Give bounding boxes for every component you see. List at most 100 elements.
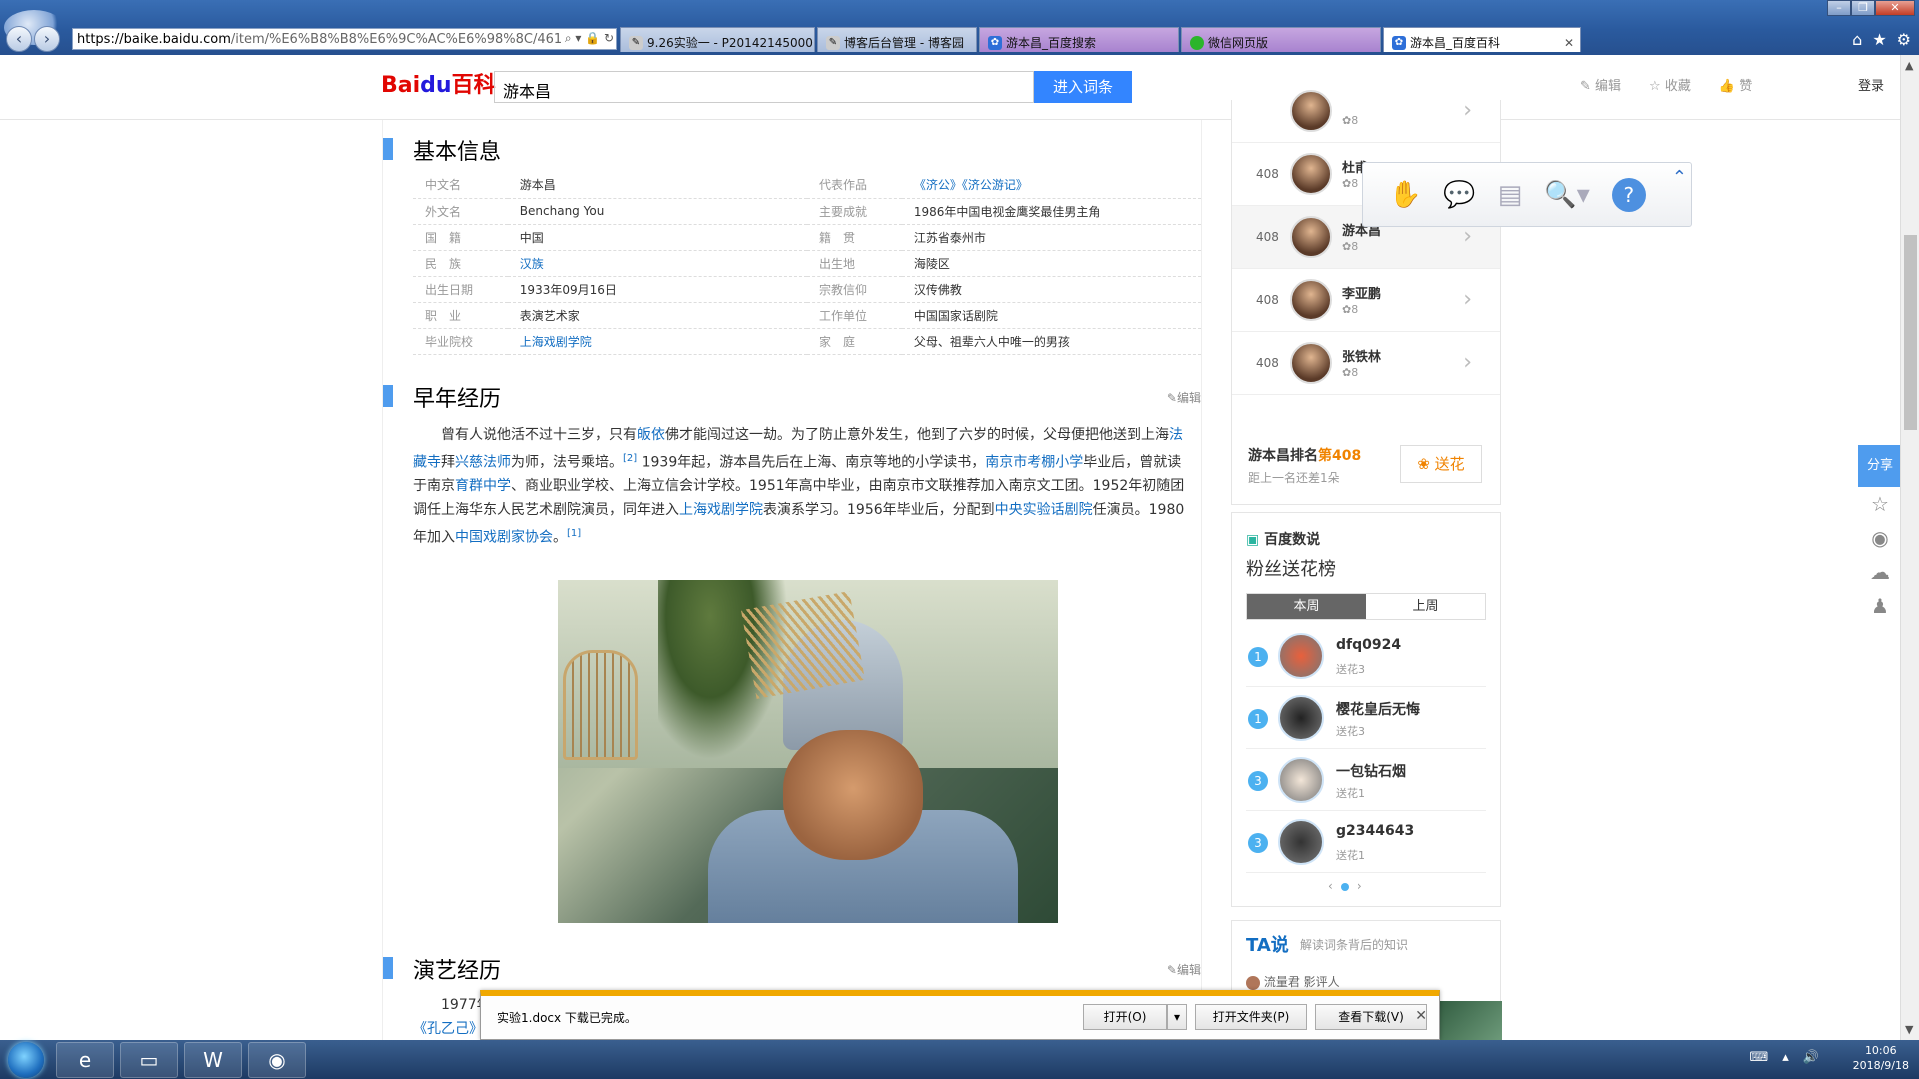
- open-button[interactable]: 打开(O): [1083, 1004, 1167, 1030]
- document-icon[interactable]: ▤: [1498, 180, 1523, 210]
- rank-number: 408: [1256, 230, 1279, 244]
- chevron-right-icon[interactable]: ›: [1463, 224, 1472, 249]
- collect-button[interactable]: ☆ 收藏: [1649, 75, 1691, 94]
- rank-row[interactable]: ✿8 ›: [1232, 80, 1500, 143]
- back-icon[interactable]: ‹: [6, 26, 32, 52]
- actor-photo[interactable]: [558, 579, 1058, 923]
- browser-tools: ⌂ ★ ⚙: [1852, 30, 1911, 49]
- info-value[interactable]: 上海戏剧学院: [507, 328, 808, 355]
- download-bar: 实验1.docx 下载已完成。 打开(O) ▾ 打开文件夹(P) 查看下载(V)…: [480, 990, 1440, 1040]
- tab-wechat[interactable]: 微信网页版: [1181, 27, 1381, 52]
- fans-title: 粉丝送花榜: [1246, 559, 1336, 580]
- prev-icon[interactable]: ‹: [1328, 879, 1333, 893]
- share-side: 分享 ☆ ◉ ☁ ♟: [1858, 445, 1902, 645]
- send-label: 送花: [1434, 455, 1465, 473]
- link-yuqun[interactable]: 育群中学: [455, 478, 511, 494]
- tray-expand-icon[interactable]: ▴: [1782, 1050, 1789, 1065]
- info-key: 主要成就: [807, 198, 902, 225]
- info-value[interactable]: 《济公》《济公游记》: [901, 172, 1201, 199]
- favorites-star-icon[interactable]: ★: [1872, 30, 1886, 49]
- ie-icon[interactable]: e: [56, 1042, 114, 1078]
- chevron-right-icon[interactable]: ›: [1463, 98, 1472, 123]
- minimize-icon[interactable]: –: [1827, 0, 1851, 16]
- avatar: [1290, 216, 1332, 258]
- edit-button[interactable]: ✎ 编辑: [1580, 75, 1621, 94]
- fan-row[interactable]: 3 g2344643 送花1: [1246, 811, 1486, 873]
- link-xingci[interactable]: 兴慈法师: [455, 454, 511, 470]
- tab-blog-admin[interactable]: ✎ 博客后台管理 - 博客园: [817, 27, 977, 52]
- ref-2[interactable]: [2]: [623, 453, 637, 464]
- fan-row[interactable]: 1 dfq0924 送花3: [1246, 625, 1486, 687]
- start-button[interactable]: [8, 1042, 44, 1078]
- qq-penguin-icon[interactable]: ♟: [1858, 589, 1902, 623]
- rank-row[interactable]: 408 张铁林 ✿8 ›: [1232, 332, 1500, 395]
- section-edit-button[interactable]: ✎编辑: [1167, 389, 1201, 406]
- fans-pager: ‹ ›: [1328, 879, 1362, 893]
- page-scrollbar[interactable]: ▲ ▼: [1900, 55, 1919, 1040]
- ref-1[interactable]: [1]: [567, 528, 581, 539]
- link-kongyiji[interactable]: 《孔乙己》: [413, 1021, 483, 1037]
- share-button[interactable]: 分享: [1858, 445, 1902, 487]
- qzone-star-icon[interactable]: ☆: [1858, 487, 1902, 521]
- tab-baike-active[interactable]: ✿ 游本昌_百度百科 ✕: [1383, 27, 1581, 52]
- ta-user[interactable]: 流量君 影评人: [1246, 973, 1340, 990]
- info-value: 汉传佛教: [901, 276, 1201, 303]
- info-value[interactable]: 汉族: [507, 250, 808, 277]
- weibo-icon[interactable]: ◉: [1858, 521, 1902, 555]
- link-kaopeng[interactable]: 南京市考棚小学: [985, 454, 1083, 470]
- address-controls-icon[interactable]: ⌕ ▾ 🔒 ↻: [560, 31, 614, 46]
- fan-row[interactable]: 3 一包钻石烟 送花1: [1246, 749, 1486, 811]
- rank-summary: 游本昌排名第408: [1248, 448, 1362, 464]
- keyboard-icon[interactable]: ⌨: [1750, 1050, 1769, 1065]
- help-icon[interactable]: ?: [1611, 177, 1646, 212]
- word-icon[interactable]: W: [184, 1042, 242, 1078]
- chevron-right-icon[interactable]: ›: [1463, 287, 1472, 312]
- scroll-down-icon[interactable]: ▼: [1905, 1023, 1913, 1036]
- link-shanghai-theatre[interactable]: 上海戏剧学院: [679, 502, 763, 518]
- restore-icon[interactable]: ❐: [1851, 0, 1875, 16]
- page-dot[interactable]: [1340, 883, 1349, 891]
- heading-title: 演艺经历: [413, 958, 502, 984]
- close-window-icon[interactable]: ✕: [1875, 0, 1915, 16]
- scroll-thumb[interactable]: [1904, 235, 1917, 430]
- fan-row[interactable]: 1 樱花皇后无悔 送花3: [1246, 687, 1486, 749]
- baike-logo[interactable]: Baidu百科: [381, 67, 496, 99]
- clock[interactable]: 10:06 2018/9/18: [1853, 1043, 1909, 1073]
- tab-last-week[interactable]: 上周: [1366, 594, 1485, 619]
- next-icon[interactable]: ›: [1357, 879, 1362, 893]
- enter-entry-button[interactable]: 进入词条: [1034, 71, 1132, 103]
- tab-this-week[interactable]: 本周: [1247, 594, 1366, 619]
- hand-icon[interactable]: ✋: [1389, 180, 1421, 210]
- comment-icon[interactable]: 💬: [1443, 180, 1475, 210]
- tab-lab-report[interactable]: ✎ 9.26实验一 - P20142145000...: [620, 27, 815, 52]
- home-icon[interactable]: ⌂: [1852, 30, 1862, 49]
- tab-close-icon[interactable]: ✕: [1558, 36, 1574, 50]
- volume-icon[interactable]: 🔊: [1803, 1050, 1819, 1065]
- address-bar[interactable]: https://baike.baidu.com/item/%E6%B8%B8%E…: [72, 28, 617, 50]
- folder-icon[interactable]: ▭: [120, 1042, 178, 1078]
- rank-row[interactable]: 408 李亚鹏 ✿8 ›: [1232, 269, 1500, 332]
- scroll-up-icon[interactable]: ▲: [1905, 59, 1913, 72]
- close-download-icon[interactable]: ✕: [1415, 1008, 1427, 1024]
- tab-baidu-search[interactable]: ✿ 游本昌_百度搜索: [979, 27, 1179, 52]
- section-edit-button[interactable]: ✎编辑: [1167, 961, 1201, 978]
- wechat-icon[interactable]: ☁: [1858, 555, 1902, 589]
- open-folder-button[interactable]: 打开文件夹(P): [1195, 1004, 1307, 1030]
- link-central-experimental[interactable]: 中央实验话剧院: [995, 502, 1093, 518]
- view-downloads-button[interactable]: 查看下载(V): [1315, 1004, 1427, 1030]
- ta-thumbnail[interactable]: [1432, 1001, 1502, 1041]
- like-button[interactable]: 👍 赞: [1719, 75, 1752, 94]
- link-drama-association[interactable]: 中国戏剧家协会: [455, 530, 553, 546]
- chevron-right-icon[interactable]: ›: [1463, 350, 1472, 375]
- eye-app-icon[interactable]: ◉: [248, 1042, 306, 1078]
- search-input[interactable]: 游本昌: [494, 71, 1034, 103]
- tab-label: 微信网页版: [1208, 36, 1269, 50]
- magnifier-icon[interactable]: 🔍▾: [1544, 180, 1589, 210]
- settings-gear-icon[interactable]: ⚙: [1897, 30, 1911, 49]
- collapse-icon[interactable]: ⌃: [1672, 167, 1687, 188]
- forward-icon[interactable]: ›: [34, 26, 60, 52]
- send-flower-button[interactable]: ❀ 送花: [1400, 445, 1482, 483]
- link-guiyi[interactable]: 皈依: [637, 427, 665, 443]
- login-link[interactable]: 登录: [1858, 75, 1884, 94]
- open-dropdown-icon[interactable]: ▾: [1167, 1004, 1187, 1030]
